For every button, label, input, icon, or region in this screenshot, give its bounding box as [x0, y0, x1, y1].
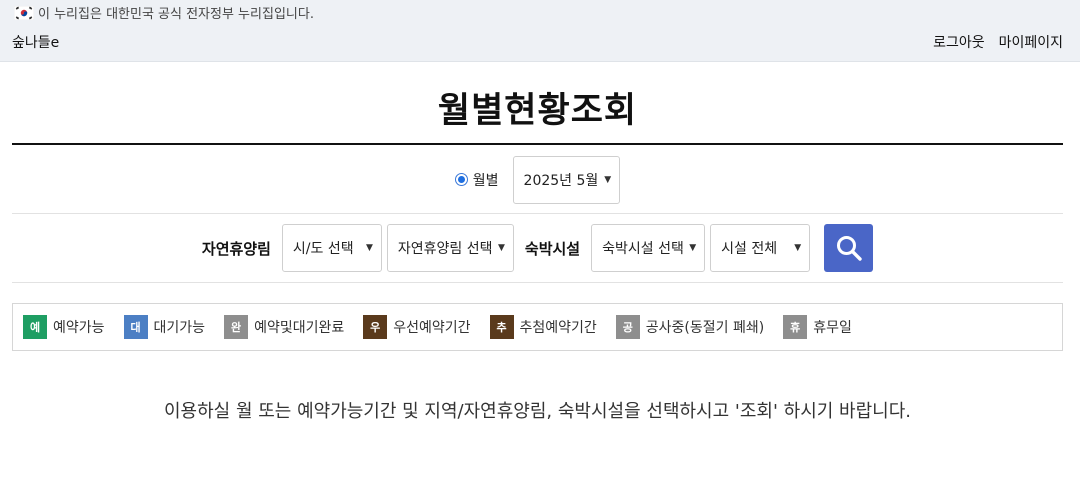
status-badge: 휴	[783, 315, 808, 339]
facility-select[interactable]: 시설 전체 ▼	[710, 224, 811, 272]
monthly-radio[interactable]: 월별	[454, 170, 499, 190]
legend-item: 대 대기가능	[123, 315, 206, 339]
status-badge: 우	[363, 315, 388, 339]
utility-links: 로그아웃 마이페이지	[933, 32, 1063, 52]
facility-select-value: 시설 전체	[721, 241, 778, 257]
forest-select-value: 자연휴양림 선택	[397, 241, 493, 257]
region-select-value: 시/도 선택	[292, 241, 354, 257]
forest-select[interactable]: 자연휴양림 선택 ▼	[386, 224, 514, 272]
monthly-radio-label: 월별	[472, 172, 499, 189]
lodging-label: 숙박시설	[524, 239, 581, 258]
legend-item: 우 우선예약기간	[363, 315, 471, 339]
legend-label: 공사중(동절기 폐쇄)	[645, 320, 765, 336]
legend-label: 휴무일	[813, 320, 852, 336]
status-badge: 완	[224, 315, 249, 339]
month-select-value: 2025년 5월	[523, 172, 599, 189]
gov-banner: 이 누리집은 대한민국 공식 전자정부 누리집입니다.	[14, 3, 314, 22]
legend-item: 예 예약가능	[23, 315, 105, 339]
forest-label: 자연휴양림	[201, 239, 271, 258]
radio-button[interactable]	[454, 173, 468, 186]
chevron-down-icon: ▼	[794, 243, 802, 253]
search-icon	[836, 236, 862, 261]
legend-label: 대기가능	[153, 320, 206, 336]
status-badge: 예	[23, 315, 47, 339]
legend-item: 공 공사중(동절기 폐쇄)	[615, 315, 765, 339]
logout-link[interactable]: 로그아웃	[933, 32, 985, 52]
status-badge: 공	[615, 315, 640, 339]
page-title: 월별현황조회	[437, 91, 638, 131]
legend-item: 완 예약및대기완료	[224, 315, 344, 339]
top-header: 이 누리집은 대한민국 공식 전자정부 누리집입니다. 숲나들e 로그아웃 마이…	[0, 0, 1080, 62]
status-badge: 추	[489, 315, 514, 339]
legend-label: 예약가능	[53, 320, 105, 336]
chevron-down-icon: ▼	[689, 243, 697, 253]
status-legend: 예 예약가능 대 대기가능 완 예약및대기완료 우 우선예약기간 추 추첨예약기간 공 공사중(동절기…	[12, 303, 1063, 351]
month-select[interactable]: 2025년 5월 ▼	[512, 155, 621, 204]
legend-label: 추첨예약기간	[519, 320, 597, 336]
chevron-down-icon: ▼	[365, 243, 373, 253]
title-section: 월별현황조회	[12, 62, 1063, 145]
lodging-select-value: 숙박시설 선택	[602, 241, 684, 257]
region-select[interactable]: 시/도 선택 ▼	[281, 224, 382, 272]
lodging-select[interactable]: 숙박시설 선택 ▼	[591, 224, 706, 272]
korea-flag-icon	[14, 5, 34, 20]
legend-item: 휴 휴무일	[783, 315, 852, 339]
status-badge: 대	[123, 315, 148, 339]
mypage-link[interactable]: 마이페이지	[999, 32, 1063, 52]
month-selector-row: 월별 2025년 5월 ▼	[12, 146, 1063, 214]
instruction-message: 이용하실 월 또는 예약가능기간 및 지역/자연휴양림, 숙박시설을 선택하시고…	[163, 401, 912, 422]
site-name[interactable]: 숲나들e	[12, 32, 59, 52]
legend-item: 추 추첨예약기간	[489, 315, 597, 339]
search-button[interactable]	[824, 224, 874, 272]
chevron-down-icon: ▼	[604, 174, 612, 185]
chevron-down-icon: ▼	[497, 243, 505, 253]
gov-notice-text: 이 누리집은 대한민국 공식 전자정부 누리집입니다.	[38, 7, 314, 22]
legend-label: 우선예약기간	[393, 320, 471, 336]
legend-label: 예약및대기완료	[254, 320, 345, 336]
filter-row: 자연휴양림 시/도 선택 ▼ 자연휴양림 선택 ▼ 숙박시설 숙박시설 선택 ▼…	[12, 214, 1063, 283]
